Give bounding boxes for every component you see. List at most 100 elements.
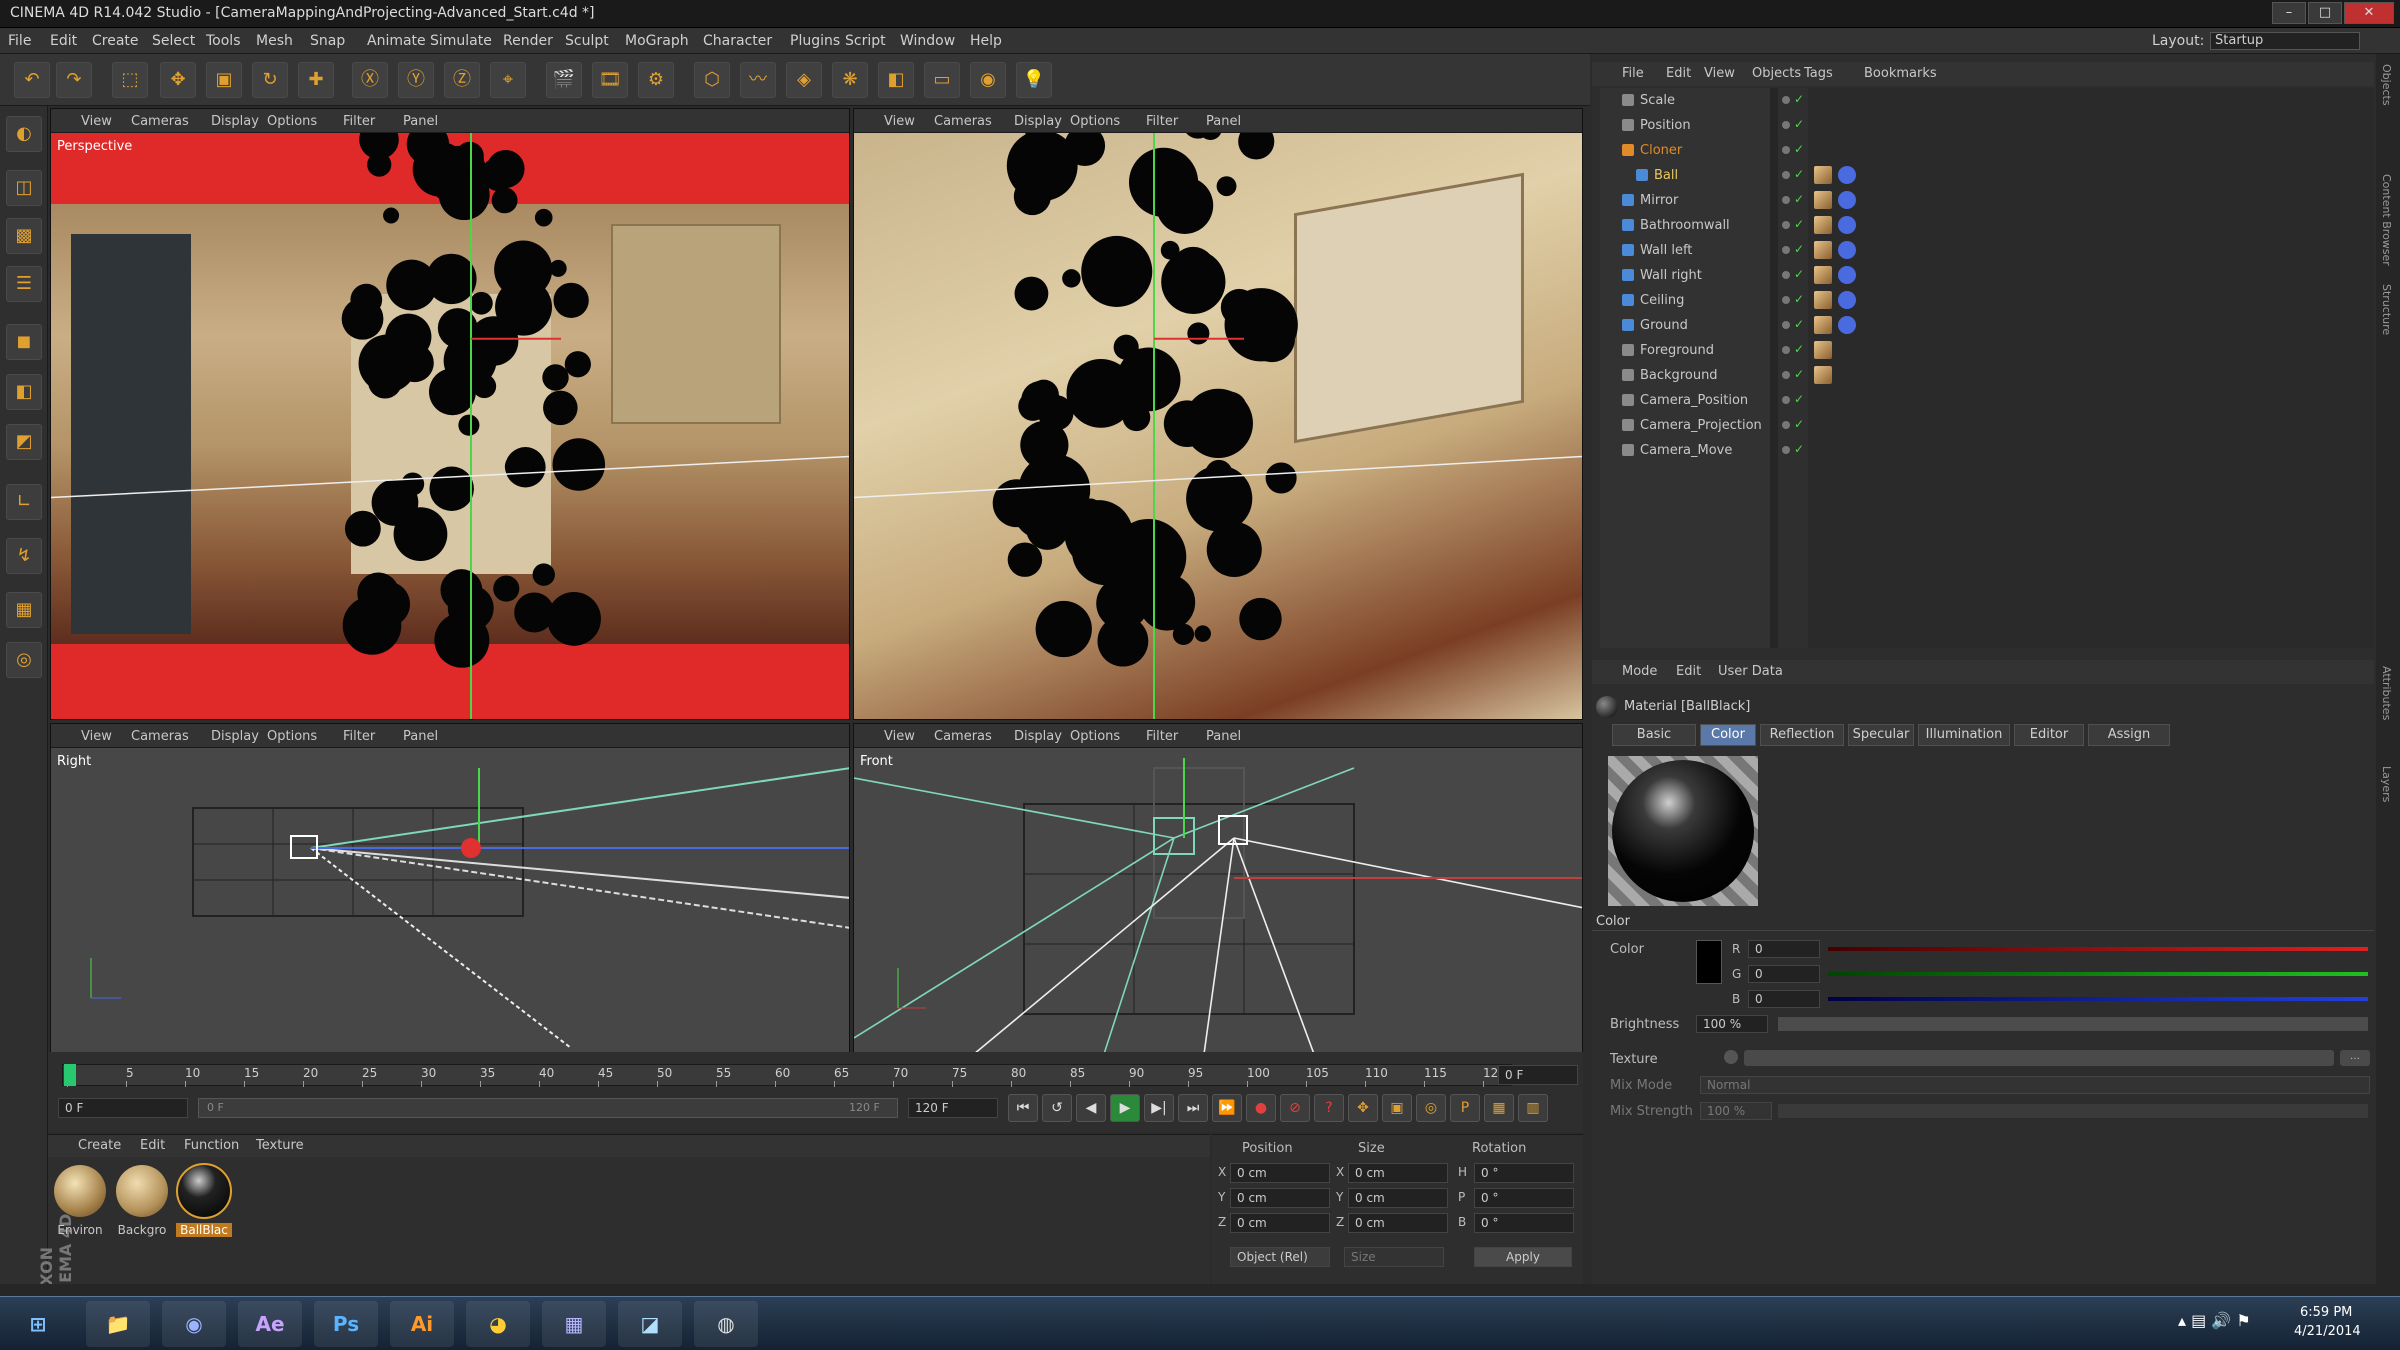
texture-tag-icon[interactable] <box>1814 291 1832 309</box>
redo-button[interactable]: ↷ <box>56 62 92 98</box>
visibility-dot[interactable] <box>1782 296 1790 304</box>
object-row[interactable]: Scale <box>1600 88 1764 113</box>
maximize-button[interactable]: □ <box>2308 2 2342 24</box>
apply-button[interactable]: Apply <box>1474 1247 1572 1267</box>
enabled-check-icon[interactable]: ✓ <box>1794 167 1804 181</box>
brightness-field[interactable]: 100 % <box>1696 1015 1768 1033</box>
minimize-button[interactable]: – <box>2272 2 2306 24</box>
viewport-menu-options[interactable]: Options <box>267 729 317 744</box>
visibility-dot[interactable] <box>1782 121 1790 129</box>
brightness-slider[interactable] <box>1778 1017 2368 1031</box>
menu-snap[interactable]: Snap <box>310 33 345 49</box>
r-slider[interactable] <box>1828 947 2368 951</box>
object-row[interactable]: Camera_Position <box>1600 388 1764 413</box>
object-row[interactable]: Position <box>1600 113 1764 138</box>
side-tab[interactable]: Content Browser <box>2380 174 2393 266</box>
light-button[interactable]: 💡 <box>1016 62 1052 98</box>
menu-mograph[interactable]: MoGraph <box>625 33 689 49</box>
chrome-icon[interactable]: ◕ <box>466 1301 530 1347</box>
viewport-menu-filter[interactable]: Filter <box>343 729 375 744</box>
obs-icon[interactable]: ◍ <box>694 1301 758 1347</box>
viewport-menu-display[interactable]: Display <box>1014 114 1062 129</box>
range-slider[interactable]: 0 F 120 F <box>198 1098 898 1118</box>
tool-8-icon[interactable]: ↯ <box>6 538 42 574</box>
menu-help[interactable]: Help <box>970 33 1002 49</box>
menu-file[interactable]: File <box>8 33 31 49</box>
viewport-menu-panel[interactable]: Panel <box>403 114 438 129</box>
undo-button[interactable]: ↶ <box>14 62 50 98</box>
rotate-button[interactable]: ↻ <box>252 62 288 98</box>
viewport-menu-view[interactable]: View <box>81 114 112 129</box>
compositing-tag-icon[interactable] <box>1838 266 1856 284</box>
deformer-button[interactable]: ◧ <box>878 62 914 98</box>
texture-field[interactable] <box>1744 1050 2334 1066</box>
texture-tag-icon[interactable] <box>1814 366 1832 384</box>
transport-button-13-icon[interactable]: P <box>1450 1094 1480 1122</box>
y-axis-button[interactable]: Ⓨ <box>398 62 434 98</box>
object-row[interactable]: Camera_Move <box>1600 438 1764 463</box>
mix-strength-field[interactable]: 100 % <box>1700 1102 1772 1120</box>
tab-reflection[interactable]: Reflection <box>1760 724 1844 746</box>
x-axis-button[interactable]: Ⓧ <box>352 62 388 98</box>
material-menu-function[interactable]: Function <box>184 1138 239 1153</box>
size-field[interactable]: 0 cm <box>1348 1163 1448 1183</box>
viewport-menu-options[interactable]: Options <box>1070 729 1120 744</box>
tab-basic[interactable]: Basic <box>1612 724 1696 746</box>
transport-button-14-icon[interactable]: ▦ <box>1484 1094 1514 1122</box>
visibility-dot[interactable] <box>1782 371 1790 379</box>
current-frame-field[interactable]: 0 F <box>1498 1065 1578 1085</box>
enabled-check-icon[interactable]: ✓ <box>1794 242 1804 256</box>
start-button[interactable]: ⊞ <box>6 1301 70 1347</box>
render-picture-queue-button[interactable]: 🎞 <box>592 62 628 98</box>
enabled-check-icon[interactable]: ✓ <box>1794 392 1804 406</box>
viewport-menu-display[interactable]: Display <box>1014 729 1062 744</box>
front-viewport[interactable]: View Cameras Display Options Filter Panel Fro… <box>853 723 1583 1053</box>
g-slider[interactable] <box>1828 972 2368 976</box>
side-tab[interactable]: Structure <box>2380 284 2393 335</box>
end-frame-field[interactable]: 120 F <box>908 1098 998 1118</box>
visibility-dot[interactable] <box>1782 346 1790 354</box>
visibility-dot[interactable] <box>1782 321 1790 329</box>
size-field[interactable]: 0 cm <box>1348 1213 1448 1233</box>
side-tab[interactable]: Objects <box>2380 64 2393 106</box>
tool-2-icon[interactable]: ▩ <box>6 218 42 254</box>
viewport-menu-panel[interactable]: Panel <box>1206 729 1241 744</box>
spline-button[interactable]: 〰 <box>740 62 776 98</box>
viewport-menu-view[interactable]: View <box>884 114 915 129</box>
enabled-check-icon[interactable]: ✓ <box>1794 442 1804 456</box>
enabled-check-icon[interactable]: ✓ <box>1794 217 1804 231</box>
texture-tag-icon[interactable] <box>1814 316 1832 334</box>
close-button[interactable]: ✕ <box>2344 2 2394 24</box>
tool-1-icon[interactable]: ◫ <box>6 170 42 206</box>
tool-9-icon[interactable]: ▦ <box>6 592 42 628</box>
object-row[interactable]: Ball <box>1614 163 1778 188</box>
notes-icon[interactable]: ◪ <box>618 1301 682 1347</box>
premiere-icon[interactable]: ▦ <box>542 1301 606 1347</box>
b-field[interactable]: 0 <box>1748 990 1820 1008</box>
visibility-dot[interactable] <box>1782 271 1790 279</box>
tool-6-icon[interactable]: ◩ <box>6 424 42 460</box>
object-row[interactable]: Mirror <box>1600 188 1764 213</box>
coordinate-mode-select[interactable]: Object (Rel) <box>1230 1247 1330 1267</box>
viewport-menu-filter[interactable]: Filter <box>1146 114 1178 129</box>
texture-tag-icon[interactable] <box>1814 241 1832 259</box>
r-field[interactable]: 0 <box>1748 940 1820 958</box>
texture-tag-icon[interactable] <box>1814 341 1832 359</box>
floor-button[interactable]: ▭ <box>924 62 960 98</box>
camera-button[interactable]: ◉ <box>970 62 1006 98</box>
render-settings-button[interactable]: ⚙ <box>638 62 674 98</box>
timeline-ruler[interactable]: 0510152025303540455055606570758085909510… <box>62 1064 1512 1087</box>
menu-plugins[interactable]: Plugins <box>790 33 840 49</box>
viewport-menu-filter[interactable]: Filter <box>1146 729 1178 744</box>
enabled-check-icon[interactable]: ✓ <box>1794 117 1804 131</box>
add-button[interactable]: ✚ <box>298 62 334 98</box>
visibility-dot[interactable] <box>1782 421 1790 429</box>
viewport-menu-cameras[interactable]: Cameras <box>934 729 992 744</box>
object-menu-bookmarks[interactable]: Bookmarks <box>1864 66 1937 81</box>
viewport-menu-view[interactable]: View <box>81 729 112 744</box>
explorer-icon[interactable]: 📁 <box>86 1301 150 1347</box>
mix-mode-select[interactable]: Normal <box>1700 1076 2370 1094</box>
object-menu-view[interactable]: View <box>1704 66 1735 81</box>
layout-select[interactable]: Startup <box>2210 32 2360 50</box>
menu-tools[interactable]: Tools <box>206 33 241 49</box>
